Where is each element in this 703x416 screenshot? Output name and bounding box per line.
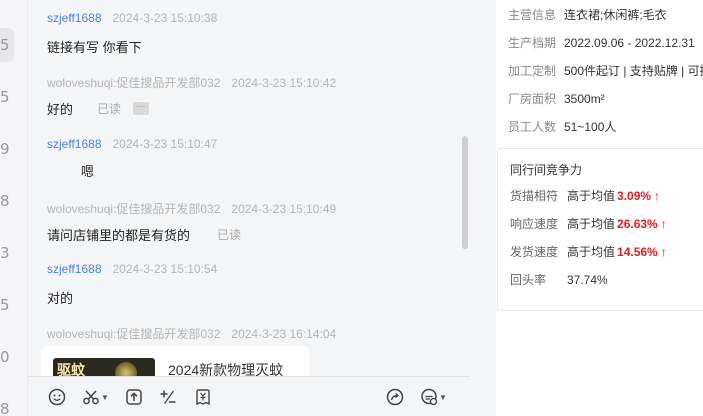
message-sender[interactable]: woloveshuqi:促佳搜品开发部032 [47,327,220,341]
arrow-up-icon: ↑ [660,245,667,259]
metric-percent: 14.56% [617,245,658,259]
metric-qualifier: 高于均值 [567,245,616,259]
message-meta: szjeff1688 2024-3-23 15:10:47 [47,137,217,151]
message-text: 好的 [47,102,74,117]
metric-qualifier: 高于均值 [567,217,616,231]
upload-icon[interactable] [125,387,143,407]
message-time: 2024-3-23 16:14:04 [231,327,337,341]
info-label: 厂房面积 [508,92,557,106]
info-label: 员工人数 [508,120,557,134]
chevron-down-icon[interactable]: ▼ [101,393,109,402]
gutter-fragment: 5 [0,296,10,314]
message-text: 链接有写 你看下 [47,40,142,55]
quick-reply-icon[interactable]: ▼ [420,387,447,407]
message: szjeff1688 2024-3-23 15:10:47 嗯 [47,137,217,179]
message-meta: szjeff1688 2024-3-23 15:10:38 [47,11,217,25]
message: szjeff1688 2024-3-23 15:10:38 链接有写 你看下 [47,11,217,55]
message-sender[interactable]: szjeff1688 [47,137,102,151]
info-label: 加工定制 [508,64,557,78]
message-text: 对的 [47,291,74,306]
info-value: 51~100人 [564,120,617,134]
message-sender[interactable]: szjeff1688 [47,11,102,25]
chevron-down-icon[interactable]: ▼ [439,393,447,402]
emoji-icon[interactable] [48,387,66,407]
competition-row: 货描相符 高于均值 3.09% ↑ [510,187,660,204]
message-time: 2024-3-23 15:10:54 [112,262,218,276]
forward-icon[interactable] [386,387,404,407]
message-text: 嗯 [81,164,95,179]
metric-percent: 26.63% [617,217,658,231]
message-meta: woloveshuqi:促佳搜品开发部032 2024-3-23 16:14:04 [47,325,336,342]
message-sender[interactable]: szjeff1688 [47,262,102,276]
metric-percent: 3.09% [617,189,652,203]
competition-row: 发货速度 高于均值 14.56% ↑ [510,243,667,260]
message-time: 2024-3-23 15:10:42 [231,76,337,90]
chat-panel: szjeff1688 2024-3-23 15:10:38 链接有写 你看下 wo… [28,0,470,416]
info-value: 500件起订 | 支持贴牌 | 可接 [564,64,703,78]
message-sender[interactable]: woloveshuqi:促佳搜品开发部032 [47,76,220,90]
message-time: 2024-3-23 15:10:38 [112,11,218,25]
more-icon[interactable]: ··· [133,102,149,115]
info-row-factory-area: 厂房面积 3500m² [508,90,605,107]
message-meta: woloveshuqi:促佳搜品开发部032 2024-3-23 15:10:42 [47,74,336,91]
math-icon[interactable] [159,387,177,407]
gutter-fragment: 0 [0,348,10,366]
metric-label: 货描相符 [510,189,559,203]
metric-qualifier: 高于均值 [567,189,616,203]
info-row-production-schedule: 生产档期 2022.09.06 - 2022.12.31 [508,34,695,51]
message: woloveshuqi:促佳搜品开发部032 2024-3-23 15:10:49… [47,200,336,243]
info-row-main-business: 主营信息 连衣裙;休闲裤;毛衣 [508,6,667,23]
gutter-fragment: 5 [0,88,10,106]
gutter-fragment: 8 [0,400,10,416]
competition-card: 同行间竞争力 货描相符 高于均值 3.09% ↑ 响应速度 高于均值 26.63% ↑ 发货… [497,148,703,311]
message: szjeff1688 2024-3-23 15:10:54 对的 [47,262,217,306]
message-text: 请问店铺里的都是有货的 [47,228,191,243]
conversation-list-edge: 5 5 9 8 3 5 0 8 [0,0,28,416]
info-label: 主营信息 [508,8,557,22]
input-toolbar: ▼ ▼ [28,376,470,416]
gutter-fragment: 9 [0,140,10,158]
info-label: 生产档期 [508,36,557,50]
gutter-fragment: 3 [0,244,10,262]
read-status: 已读 [217,228,242,242]
metric-label: 响应速度 [510,217,559,231]
info-row-customization: 加工定制 500件起订 | 支持贴牌 | 可接 [508,62,703,79]
message-sender[interactable]: woloveshuqi:促佳搜品开发部032 [47,202,220,216]
competition-row: 响应速度 高于均值 26.63% ↑ [510,215,667,232]
scissors-icon[interactable]: ▼ [82,387,109,407]
info-value: 3500m² [564,92,605,106]
price-tag-icon[interactable] [194,387,212,407]
message-meta: szjeff1688 2024-3-23 15:10:54 [47,262,217,276]
info-value: 2022.09.06 - 2022.12.31 [564,36,695,50]
message: woloveshuqi:促佳搜品开发部032 2024-3-23 16:14:04 [47,325,336,342]
chat-scrollbar[interactable] [462,136,468,249]
read-status: 已读 [97,102,122,116]
info-row-staff-count: 员工人数 51~100人 [508,118,616,135]
arrow-up-icon: ↑ [654,189,661,203]
gutter-fragment: 5 [0,36,10,54]
arrow-up-icon: ↑ [660,217,667,231]
metric-label: 回头率 [510,273,547,287]
info-value: 连衣裙;休闲裤;毛衣 [564,8,667,22]
competition-row: 回头率 37.74% [510,271,608,288]
message-meta: woloveshuqi:促佳搜品开发部032 2024-3-23 15:10:49 [47,200,336,217]
metric-label: 发货速度 [510,245,559,259]
shop-info-panel: 主营信息 连衣裙;休闲裤;毛衣 生产档期 2022.09.06 - 2022.12.… [470,0,703,416]
message: woloveshuqi:促佳搜品开发部032 2024-3-23 15:10:42… [47,74,336,117]
message-time: 2024-3-23 15:10:47 [112,137,218,151]
gutter-fragment: 8 [0,192,10,210]
metric-value: 37.74% [567,273,608,287]
competition-title: 同行间竞争力 [510,163,583,177]
message-time: 2024-3-23 15:10:49 [231,202,337,216]
